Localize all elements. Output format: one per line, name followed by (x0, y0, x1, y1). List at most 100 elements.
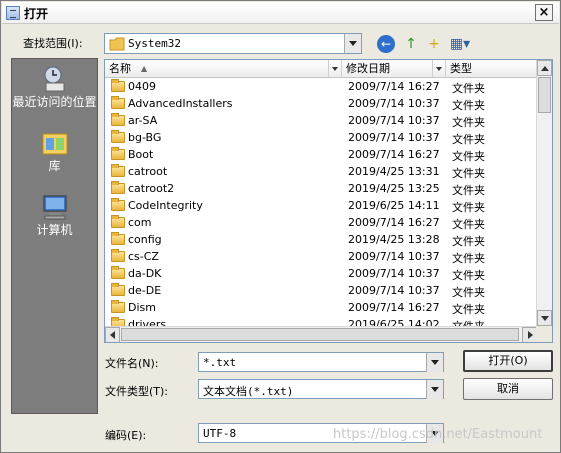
list-item[interactable]: catroot2 2019/4/25 13:25 文件夹 (105, 180, 537, 197)
file-date: 2019/4/25 13:28 (348, 233, 440, 246)
scroll-right-icon[interactable] (522, 327, 537, 342)
file-name: Boot (128, 148, 154, 161)
folder-icon (111, 232, 125, 245)
chevron-down-icon[interactable] (426, 353, 443, 372)
scroll-up-icon[interactable] (537, 60, 552, 76)
file-date: 2009/7/14 16:27 (348, 148, 440, 161)
file-name: catroot (128, 165, 168, 178)
scroll-corner (536, 326, 552, 342)
cancel-button[interactable]: 取消 (463, 378, 553, 400)
libraries-icon (42, 133, 67, 155)
new-folder-icon[interactable]: + (424, 34, 444, 54)
scroll-down-icon[interactable] (537, 310, 552, 326)
file-name: com (128, 216, 152, 229)
back-arrow-icon[interactable]: ← (377, 35, 395, 53)
chevron-down-icon[interactable] (344, 34, 361, 53)
places-bar: 最近访问的位置 库 计算机 (11, 58, 98, 414)
dialog-icon (6, 6, 20, 20)
file-name: 0409 (128, 80, 156, 93)
list-item[interactable]: ar-SA 2009/7/14 10:37 文件夹 (105, 112, 537, 129)
file-type-select[interactable]: 文本文档(*.txt) (198, 379, 444, 399)
list-item[interactable]: CodeIntegrity 2019/6/25 14:11 文件夹 (105, 197, 537, 214)
dialog-title: 打开 (24, 7, 49, 21)
list-item[interactable]: cs-CZ 2009/7/14 10:37 文件夹 (105, 248, 537, 265)
place-libraries[interactable]: 库 (12, 129, 97, 173)
file-date: 2019/6/25 14:11 (348, 199, 440, 212)
file-type: 文件夹 (452, 150, 485, 163)
file-date: 2009/7/14 16:27 (348, 80, 440, 93)
list-item[interactable]: Boot 2009/7/14 16:27 文件夹 (105, 146, 537, 163)
up-folder-icon[interactable]: ↑ (401, 34, 421, 54)
file-name: bg-BG (128, 131, 162, 144)
list-item[interactable]: bg-BG 2009/7/14 10:37 文件夹 (105, 129, 537, 146)
file-name: catroot2 (128, 182, 175, 195)
file-name-field[interactable]: *.txt (198, 352, 444, 372)
title-bar: 打开 × (2, 2, 559, 24)
folder-icon (109, 37, 125, 51)
recent-places-icon (44, 66, 64, 92)
list-item[interactable]: catroot 2019/4/25 13:31 文件夹 (105, 163, 537, 180)
column-name-label: 名称 (109, 62, 131, 75)
folder-icon (111, 147, 125, 160)
file-date: 2009/7/14 10:37 (348, 250, 440, 263)
file-date: 2009/7/14 10:37 (348, 97, 440, 110)
file-name: Dism (128, 301, 156, 314)
view-menu-icon[interactable]: ▦▾ (447, 34, 473, 54)
open-file-dialog: 打开 × 查找范围(I): System32 ← ↑ + ▦▾ 最近访问的位置 (0, 0, 561, 453)
close-button[interactable]: × (535, 4, 553, 21)
file-rows: 0409 2009/7/14 16:27 文件夹 AdvancedInstaller… (105, 78, 537, 333)
list-item[interactable]: da-DK 2009/7/14 10:37 文件夹 (105, 265, 537, 282)
file-type: 文件夹 (452, 269, 485, 282)
file-date: 2009/7/14 10:37 (348, 131, 440, 144)
horizontal-scrollbar[interactable] (105, 326, 537, 342)
scroll-left-icon[interactable] (105, 327, 120, 342)
file-type: 文件夹 (452, 286, 485, 299)
column-dropdown-icon[interactable] (328, 60, 341, 77)
file-type: 文件夹 (452, 99, 485, 112)
file-name: AdvancedInstallers (128, 97, 233, 110)
open-button[interactable]: 打开(O) (463, 350, 553, 372)
file-date: 2009/7/14 10:37 (348, 114, 440, 127)
file-list[interactable]: 名称 ▲ 修改日期 类型 0409 2009/7/14 16:27 文件夹 Adva… (104, 59, 553, 343)
file-type-label: 文件类型(T): (105, 385, 169, 398)
list-item[interactable]: config 2019/4/25 13:28 文件夹 (105, 231, 537, 248)
file-type: 文件夹 (452, 303, 485, 316)
horizontal-scroll-thumb[interactable] (121, 328, 519, 341)
file-type: 文件夹 (452, 184, 485, 197)
chevron-down-icon[interactable] (426, 380, 443, 399)
column-date-label: 修改日期 (346, 62, 390, 75)
computer-icon (43, 195, 66, 220)
list-item[interactable]: Dism 2009/7/14 16:27 文件夹 (105, 299, 537, 316)
file-date: 2009/7/14 10:37 (348, 267, 440, 280)
folder-icon (111, 164, 125, 177)
place-recent[interactable]: 最近访问的位置 (12, 65, 97, 109)
folder-icon (111, 300, 125, 313)
encoding-label: 编码(E): (105, 429, 147, 442)
vertical-scroll-thumb[interactable] (538, 77, 551, 113)
file-name: CodeIntegrity (128, 199, 203, 212)
list-item[interactable]: com 2009/7/14 16:27 文件夹 (105, 214, 537, 231)
column-dropdown-icon[interactable] (432, 60, 445, 77)
place-computer[interactable]: 计算机 (12, 193, 97, 237)
list-header: 名称 ▲ 修改日期 类型 (105, 60, 537, 78)
column-header-name[interactable]: 名称 ▲ (105, 60, 342, 78)
look-in-dropdown[interactable]: System32 (104, 33, 362, 54)
place-label-computer: 计算机 (36, 223, 73, 237)
file-name-label: 文件名(N): (105, 357, 159, 370)
watermark: https://blog.csdn.net/Eastmount (333, 427, 543, 442)
file-date: 2009/7/14 16:27 (348, 216, 440, 229)
vertical-scrollbar[interactable] (536, 60, 552, 326)
file-type: 文件夹 (452, 235, 485, 248)
column-header-date[interactable]: 修改日期 (342, 60, 446, 78)
place-label-libraries: 库 (48, 159, 61, 173)
list-item[interactable]: AdvancedInstallers 2009/7/14 10:37 文件夹 (105, 95, 537, 112)
column-header-type[interactable]: 类型 (446, 60, 537, 78)
folder-icon (111, 130, 125, 143)
file-type: 文件夹 (452, 82, 485, 95)
file-type: 文件夹 (452, 218, 485, 231)
file-type: 文件夹 (452, 116, 485, 129)
list-item[interactable]: 0409 2009/7/14 16:27 文件夹 (105, 78, 537, 95)
file-name: cs-CZ (128, 250, 159, 263)
folder-icon (111, 113, 125, 126)
list-item[interactable]: de-DE 2009/7/14 10:37 文件夹 (105, 282, 537, 299)
